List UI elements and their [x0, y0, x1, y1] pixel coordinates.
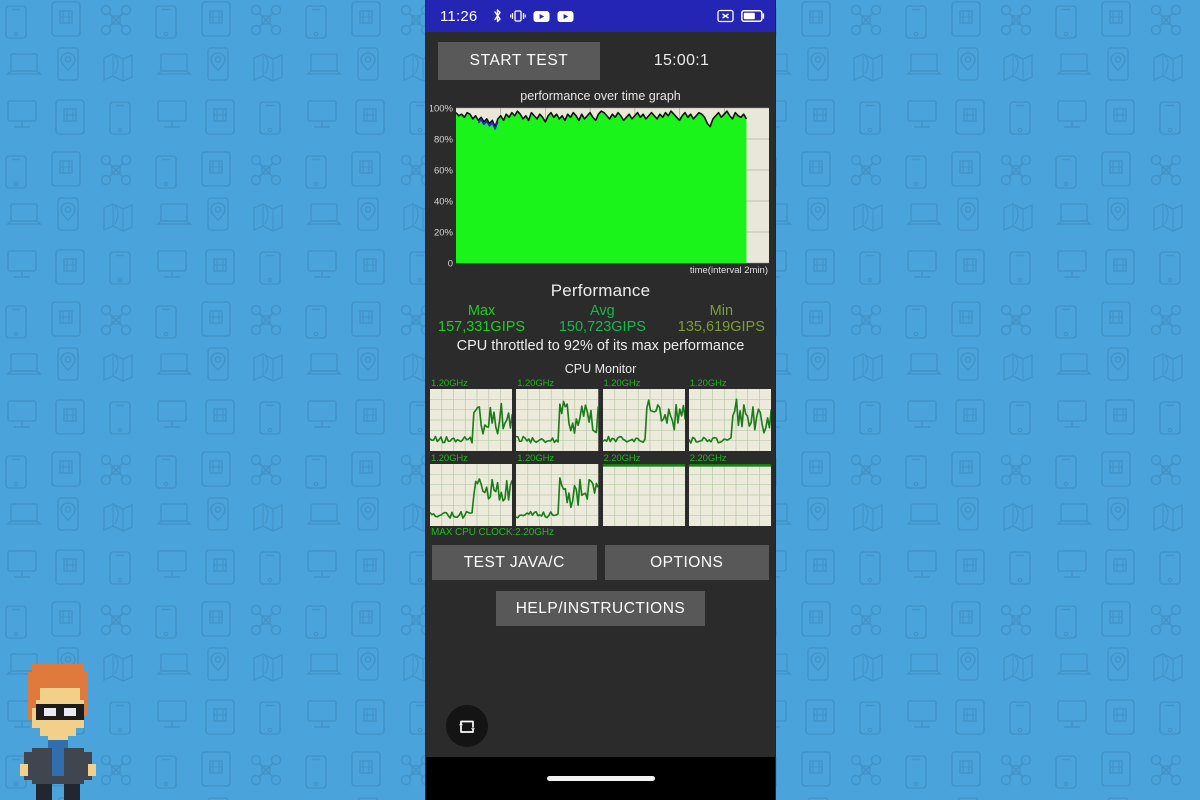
- help-instructions-button[interactable]: HELP/INSTRUCTIONS: [495, 591, 706, 626]
- performance-min-stat: Min 135,619GIPS: [677, 303, 765, 335]
- help-button-row: HELP/INSTRUCTIONS: [426, 591, 775, 626]
- cpu-core-frequency: 1.20GHz: [689, 378, 727, 389]
- cpu-monitor-heading: CPU Monitor: [564, 362, 637, 376]
- cpu-core-7: 2.20GHz: [602, 453, 685, 526]
- start-test-button[interactable]: START TEST: [438, 42, 600, 80]
- cpu-core-chart: [516, 464, 599, 526]
- battery-icon: [741, 10, 765, 22]
- cpu-core-2: 1.20GHz: [516, 378, 599, 451]
- cpu-core-chart: [602, 464, 685, 526]
- cpu-monitor-grid: 1.20GHz 1.20GHz 1.20GHz 1.20GHz 1.20GHz 1.20G…: [430, 378, 771, 526]
- cpu-core-6: 1.20GHz: [516, 453, 599, 526]
- desktop-background: 11:26 START TEST 15:00:1 performance ove…: [0, 0, 1200, 800]
- graph-y-tick: 40%: [434, 196, 454, 207]
- cpu-core-chart: [688, 389, 771, 451]
- graph-x-axis-label: time(interval 2min): [690, 265, 768, 276]
- cpu-core-frequency: 1.20GHz: [431, 453, 468, 464]
- graph-y-tick: 0: [448, 258, 453, 269]
- cpu-core-8: 2.20GHz: [688, 453, 771, 526]
- vibrate-icon: [510, 10, 527, 22]
- cpu-core-chart: [430, 464, 513, 526]
- options-button[interactable]: OPTIONS: [604, 545, 769, 580]
- throttle-status-text: CPU throttled to 92% of its max performa…: [456, 338, 745, 354]
- cpu-core-frequency: 2.20GHz: [603, 453, 641, 464]
- cpu-core-3: 1.20GHz: [602, 378, 685, 451]
- performance-heading: Performance: [550, 281, 651, 300]
- navigation-bar: [426, 757, 775, 800]
- phone-device: 11:26 START TEST 15:00:1 performance ove…: [426, 0, 775, 800]
- pixel-art-character: [20, 664, 96, 800]
- youtube-icon: [557, 10, 574, 22]
- cpu-core-1: 1.20GHz: [430, 378, 513, 451]
- cpu-core-chart: [688, 464, 771, 526]
- performance-avg-stat: Avg 150,723GIPS: [558, 303, 646, 335]
- cpu-core-frequency: 1.20GHz: [517, 378, 555, 389]
- performance-graph-title: performance over time graph: [520, 89, 681, 103]
- repeat-fab-button[interactable]: [446, 705, 488, 747]
- cpu-core-chart: [516, 389, 599, 451]
- status-bar: 11:26: [426, 0, 775, 32]
- graph-y-tick: 100%: [430, 104, 454, 114]
- graph-y-tick: 60%: [434, 165, 454, 176]
- cpu-core-frequency: 1.20GHz: [517, 453, 555, 464]
- youtube-icon: [533, 10, 550, 22]
- cpu-core-4: 1.20GHz: [688, 378, 771, 451]
- max-cpu-clock-label: MAX CPU CLOCK:2.20GHz: [431, 527, 554, 538]
- test-java-c-button[interactable]: TEST JAVA/C: [432, 545, 597, 580]
- cpu-core-frequency: 1.20GHz: [603, 378, 641, 389]
- bluetooth-icon: [494, 9, 502, 23]
- cpu-core-frequency: 1.20GHz: [431, 378, 468, 389]
- status-clock: 11:26: [440, 7, 478, 25]
- app-toolbar: START TEST 15:00:1: [426, 32, 775, 89]
- home-indicator[interactable]: [546, 776, 655, 781]
- cpu-core-5: 1.20GHz: [430, 453, 513, 526]
- test-timer: 15:00:1: [653, 52, 710, 69]
- cpu-core-frequency: 2.20GHz: [689, 453, 727, 464]
- repeat-icon: [459, 720, 475, 733]
- action-button-row: TEST JAVA/C OPTIONS: [432, 545, 769, 580]
- performance-max-stat: Max 157,331GIPS: [438, 303, 526, 335]
- graph-y-tick: 20%: [434, 227, 454, 238]
- cpu-core-chart: [602, 389, 685, 451]
- no-sim-icon: [717, 9, 734, 23]
- performance-summary: Performance Max 157,331GIPS Avg 150,723G…: [426, 281, 775, 354]
- graph-y-tick: 80%: [434, 134, 454, 145]
- throttling-test-app: START TEST 15:00:1 performance over time…: [426, 32, 775, 757]
- performance-graph: 0 20% 40% 60% 80% 100% time(interval 2min): [430, 104, 771, 276]
- cpu-core-chart: [430, 389, 513, 451]
